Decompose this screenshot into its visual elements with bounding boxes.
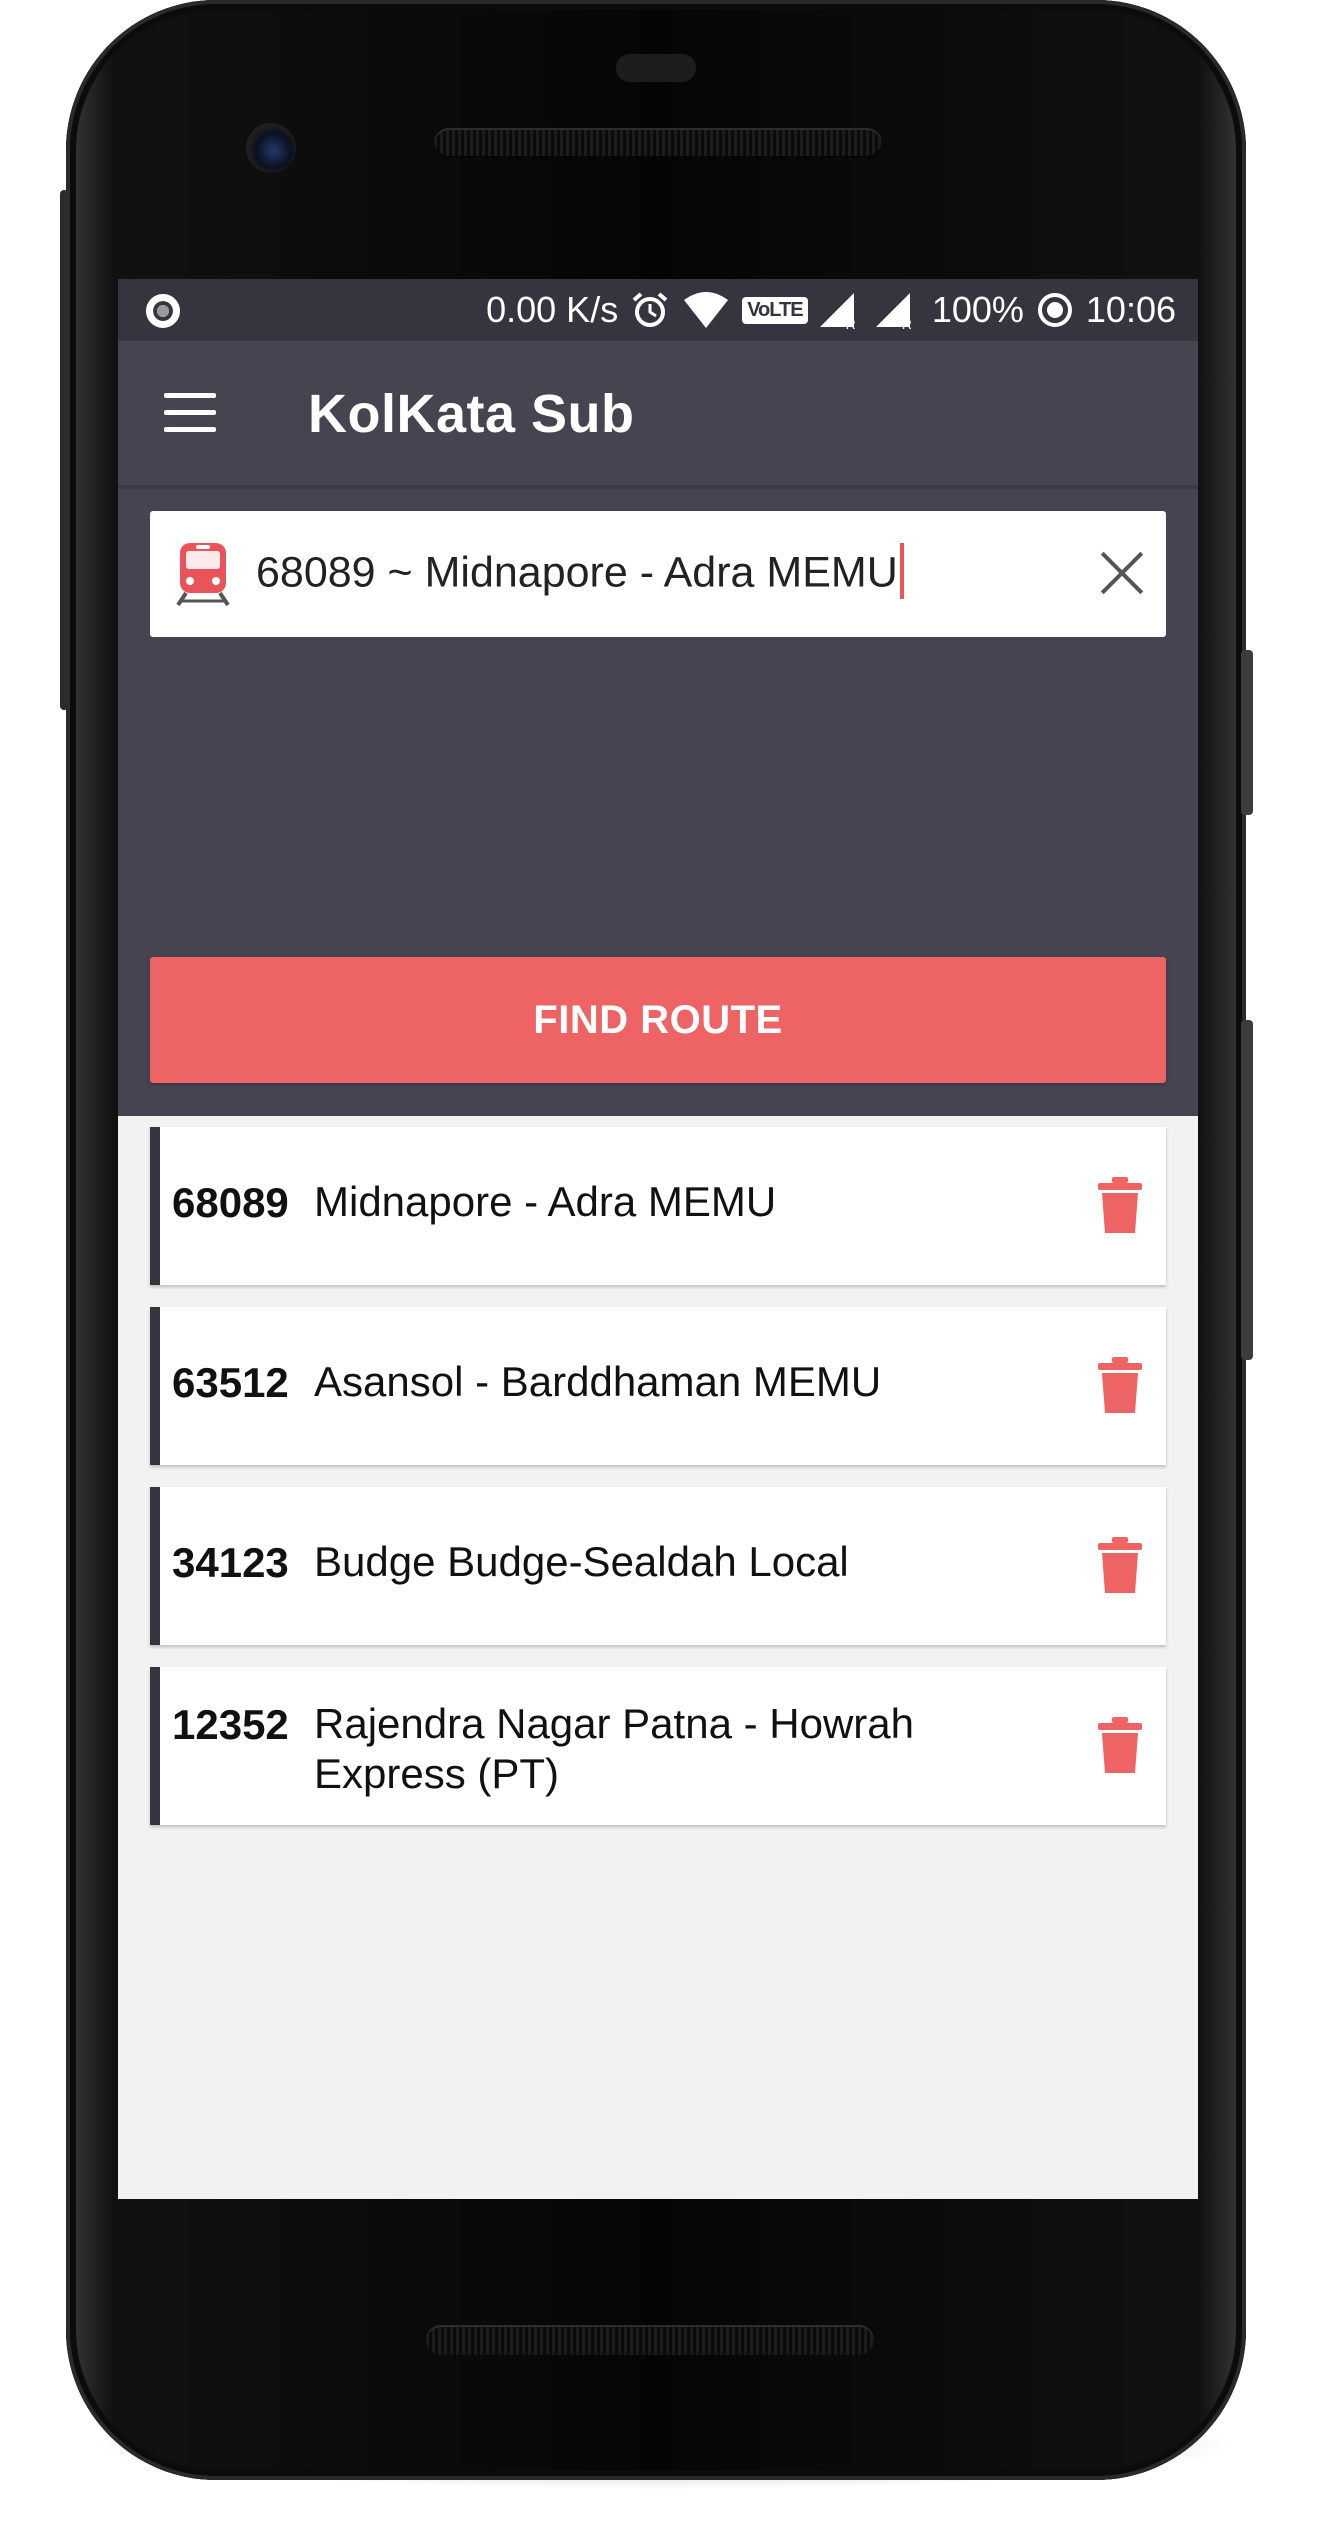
screen: 0.00 K/s VoLTE R R 100% 10:06 KolKata Su… <box>118 279 1198 2199</box>
earpiece-speaker <box>434 128 882 158</box>
status-indicators: 0.00 K/s VoLTE R R 100% 10:06 <box>486 279 1176 341</box>
list-item[interactable]: 34123 Budge Budge-Sealdah Local <box>150 1487 1166 1645</box>
train-name: Midnapore - Adra MEMU <box>314 1178 777 1225</box>
find-route-button[interactable]: FIND ROUTE <box>150 957 1166 1083</box>
wifi-icon <box>682 290 730 330</box>
clock: 10:06 <box>1085 289 1176 330</box>
train-name: Asansol - Barddhaman MEMU <box>314 1358 882 1405</box>
delete-icon[interactable] <box>1098 1177 1142 1233</box>
roaming-label: R <box>901 316 912 332</box>
train-number: 12352 <box>172 1701 289 1748</box>
text-cursor <box>899 543 904 599</box>
train-name: Budge Budge-Sealdah Local <box>314 1538 849 1585</box>
app-bar: KolKata Sub <box>118 341 1198 489</box>
close-icon[interactable] <box>1094 545 1150 601</box>
bottom-speaker <box>426 2325 874 2355</box>
delete-icon[interactable] <box>1098 1357 1142 1413</box>
signal-icon-sim1: R <box>819 293 864 332</box>
network-speed: 0.00 K/s <box>486 289 619 330</box>
train-number: 68089 <box>172 1179 289 1226</box>
battery-percent: 100% <box>931 289 1024 330</box>
battery-icon <box>1036 291 1074 329</box>
list-item[interactable]: 12352 Rajendra Nagar Patna - Howrah Expr… <box>150 1667 1166 1825</box>
status-bar: 0.00 K/s VoLTE R R 100% 10:06 <box>118 279 1198 341</box>
list-item[interactable]: 63512 Asansol - Barddhaman MEMU <box>150 1307 1166 1465</box>
roaming-label: R <box>845 316 856 332</box>
delete-icon[interactable] <box>1098 1717 1142 1773</box>
signal-icon-sim2: R <box>875 293 920 332</box>
left-edge-accent <box>60 190 68 710</box>
train-icon <box>176 543 230 607</box>
train-number: 63512 <box>172 1359 289 1406</box>
power-button <box>1241 650 1253 815</box>
list-item[interactable]: 68089 Midnapore - Adra MEMU <box>150 1127 1166 1285</box>
front-camera <box>246 123 296 173</box>
train-number: 34123 <box>172 1539 289 1586</box>
train-name: Rajendra Nagar Patna - Howrah Express (P… <box>314 1700 914 1797</box>
volume-button <box>1241 1020 1253 1360</box>
proximity-sensor <box>616 54 696 82</box>
alarm-icon <box>630 290 670 330</box>
notification-dot-icon <box>146 294 180 328</box>
hamburger-menu-icon[interactable] <box>164 393 216 433</box>
volte-badge: VoLTE <box>742 296 808 324</box>
search-input[interactable]: 68089 ~ Midnapore - Adra MEMU <box>256 543 904 603</box>
train-search-field[interactable]: 68089 ~ Midnapore - Adra MEMU <box>150 511 1166 637</box>
delete-icon[interactable] <box>1098 1537 1142 1593</box>
app-title: KolKata Sub <box>308 384 635 444</box>
